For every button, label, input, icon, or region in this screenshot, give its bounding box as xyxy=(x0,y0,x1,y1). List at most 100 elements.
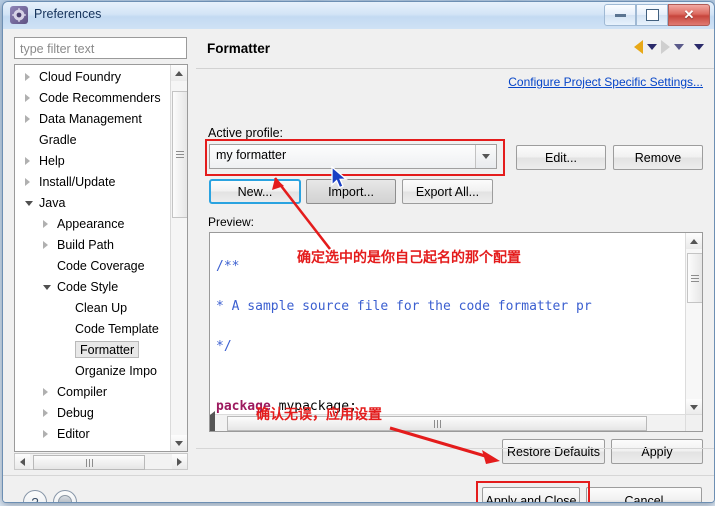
annotation-note-1: 确定选中的是你自己起名的那个配置 xyxy=(297,250,521,266)
tree-item-gradle[interactable]: Gradle xyxy=(15,130,175,151)
tree-item-install-update[interactable]: Install/Update xyxy=(15,172,175,193)
chevron-right-icon[interactable] xyxy=(25,94,30,102)
tree-item-editor[interactable]: Editor xyxy=(15,424,175,445)
triangle-down-icon xyxy=(482,154,490,159)
forward-dropdown-icon[interactable] xyxy=(674,44,684,50)
close-button[interactable]: ✕ xyxy=(668,4,710,26)
tree-item-code-style[interactable]: Code Style xyxy=(15,277,175,298)
active-profile-combo[interactable]: my formatter xyxy=(209,144,497,169)
chevron-right-icon[interactable] xyxy=(43,388,48,396)
circle-dot-icon xyxy=(58,495,72,502)
chevron-right-icon[interactable] xyxy=(43,220,48,228)
tree-item-compiler[interactable]: Compiler xyxy=(15,382,175,403)
grip-icon xyxy=(433,419,441,428)
dialog-button-bar: ? Apply and Close Cancel https://blog.cs… xyxy=(3,476,714,502)
tree-item-build-path[interactable]: Build Path xyxy=(15,235,175,256)
triangle-left-icon xyxy=(20,457,25,466)
scroll-up-button[interactable] xyxy=(171,65,187,81)
restore-window-button[interactable] xyxy=(53,490,77,502)
apply-and-close-button[interactable]: Apply and Close xyxy=(482,487,580,502)
scrollbar-thumb[interactable] xyxy=(687,253,702,303)
tree-item-formatter[interactable]: Formatter xyxy=(15,340,175,361)
tree-item-label: Compiler xyxy=(57,385,108,399)
tree-item-code-template[interactable]: Code Template xyxy=(15,319,175,340)
chevron-right-icon[interactable] xyxy=(43,430,48,438)
chevron-right-icon[interactable] xyxy=(25,115,30,123)
triangle-right-icon xyxy=(177,457,182,466)
tree-item-data-management[interactable]: Data Management xyxy=(15,109,175,130)
triangle-down-icon xyxy=(690,404,698,410)
triangle-up-icon xyxy=(690,238,698,244)
scroll-down-button[interactable] xyxy=(686,399,702,415)
chevron-right-icon[interactable] xyxy=(25,178,30,186)
grip-icon xyxy=(85,458,93,467)
scroll-up-button[interactable] xyxy=(686,233,702,249)
scrollbar-corner xyxy=(685,414,702,431)
back-arrow-icon[interactable] xyxy=(634,40,643,54)
help-button[interactable]: ? xyxy=(23,490,47,502)
new-button[interactable]: New... xyxy=(209,179,301,204)
tree-item-clean-up[interactable]: Clean Up xyxy=(15,298,175,319)
header-divider xyxy=(196,68,714,69)
back-dropdown-icon[interactable] xyxy=(647,44,657,50)
apply-button[interactable]: Apply xyxy=(611,439,703,464)
preferences-tree[interactable]: Cloud Foundry Code Recommenders Data Manag… xyxy=(14,64,188,452)
remove-button[interactable]: Remove xyxy=(613,145,703,170)
menu-dropdown-icon[interactable] xyxy=(694,44,704,50)
forward-arrow-icon[interactable] xyxy=(661,40,670,54)
tree-item-code-coverage[interactable]: Code Coverage xyxy=(15,256,175,277)
window-controls: ✕ xyxy=(604,4,710,26)
import-button[interactable]: Import... xyxy=(306,179,396,204)
tree-item-label: Install/Update xyxy=(39,175,116,189)
tree-item-appearance[interactable]: Appearance xyxy=(15,214,175,235)
tree-item-label: Java xyxy=(39,196,66,210)
export-all-button[interactable]: Export All... xyxy=(402,179,493,204)
mouse-cursor-icon xyxy=(331,166,348,189)
window-title: Preferences xyxy=(34,7,102,21)
edit-button[interactable]: Edit... xyxy=(516,145,606,170)
scroll-down-button[interactable] xyxy=(171,435,187,451)
minimize-icon xyxy=(614,13,626,17)
tree-item-label: Help xyxy=(39,154,65,168)
scrollbar-thumb[interactable] xyxy=(172,91,187,218)
chevron-down-icon[interactable] xyxy=(43,285,51,290)
maximize-button[interactable] xyxy=(636,4,668,26)
chevron-right-icon[interactable] xyxy=(43,241,48,249)
tree-item-help[interactable]: Help xyxy=(15,151,175,172)
chevron-down-icon[interactable] xyxy=(475,145,496,168)
tree-item-label: Gradle xyxy=(39,133,77,147)
tree-item-label: Debug xyxy=(57,406,94,420)
tree-item-label: Build Path xyxy=(57,238,114,252)
cancel-button[interactable]: Cancel xyxy=(586,487,702,502)
hscrollbar-thumb[interactable] xyxy=(33,455,145,470)
preview-vertical-scrollbar[interactable] xyxy=(685,233,702,415)
tree-item-label: Data Management xyxy=(39,112,142,126)
chevron-right-icon[interactable] xyxy=(25,73,30,81)
gear-icon xyxy=(10,6,28,24)
filter-input[interactable]: type filter text xyxy=(14,37,187,59)
tree-item-debug[interactable]: Debug xyxy=(15,403,175,424)
active-profile-value: my formatter xyxy=(216,148,287,162)
tree-item-java[interactable]: Java xyxy=(15,193,175,214)
tree-item-organize-impo[interactable]: Organize Impo xyxy=(15,361,175,382)
chevron-right-icon[interactable] xyxy=(25,157,30,165)
tree-item-label: Code Style xyxy=(57,280,119,294)
page-title: Formatter xyxy=(207,41,271,56)
tree-vertical-scrollbar[interactable] xyxy=(170,65,187,451)
scroll-left-button[interactable] xyxy=(15,454,30,469)
tree-item-cloud-foundry[interactable]: Cloud Foundry xyxy=(15,67,175,88)
configure-project-settings-link[interactable]: Configure Project Specific Settings... xyxy=(508,75,703,89)
tree-item-code-recommenders[interactable]: Code Recommenders xyxy=(15,88,175,109)
tree-item-label: Code Template xyxy=(75,322,159,336)
close-icon: ✕ xyxy=(683,7,695,22)
grip-icon xyxy=(691,274,699,282)
code-line-3: */ xyxy=(216,339,232,354)
minimize-button[interactable] xyxy=(604,4,636,26)
title-bar[interactable]: Preferences ✕ xyxy=(3,2,714,30)
tree-items: Cloud Foundry Code Recommenders Data Manag… xyxy=(15,67,175,445)
tree-horizontal-scrollbar[interactable] xyxy=(14,453,188,470)
chevron-down-icon[interactable] xyxy=(25,201,33,206)
chevron-right-icon[interactable] xyxy=(43,409,48,417)
scroll-right-button[interactable] xyxy=(172,454,187,469)
restore-defaults-button[interactable]: Restore Defaults xyxy=(502,439,605,464)
